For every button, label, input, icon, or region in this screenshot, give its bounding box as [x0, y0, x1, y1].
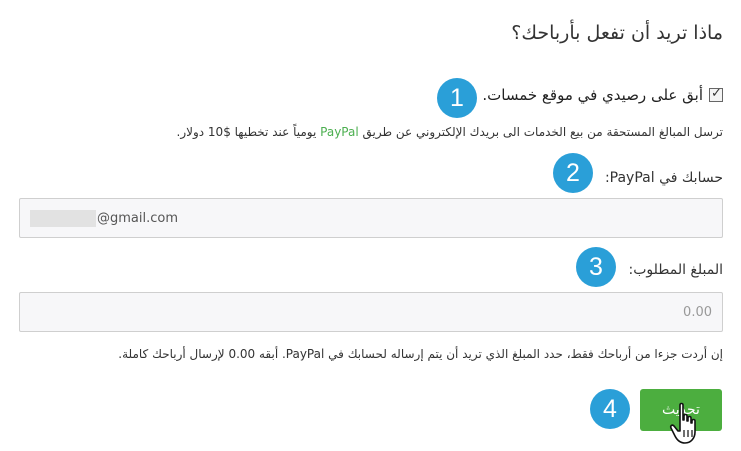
auto-transfer-help: ترسل المبالغ المستحقة من بيع الخدمات الى… [177, 125, 724, 139]
paypal-email-value: @gmail.com [97, 210, 179, 226]
amount-placeholder: 0.00 [683, 304, 712, 320]
redacted-email-prefix [30, 209, 96, 227]
hand-pointer-icon [669, 402, 696, 444]
annotation-badge-3: 3 [576, 247, 616, 287]
keep-balance-checkbox[interactable] [709, 86, 723, 102]
keep-balance-option[interactable]: أبق على رصيدي في موقع خمسات. [482, 86, 723, 104]
annotation-badge-4: 4 [590, 389, 630, 429]
annotation-badge-1: 1 [437, 78, 477, 118]
auto-transfer-help-after: يومياً عند تخطيها $10 دولار. [176, 125, 317, 139]
paypal-account-label: حسابك في PayPal: [604, 170, 723, 186]
auto-transfer-help-before: ترسل المبالغ المستحقة من بيع الخدمات الى… [362, 125, 723, 139]
keep-balance-label[interactable]: أبق على رصيدي في موقع خمسات. [482, 86, 703, 104]
amount-help: إن أردت جزءا من أرباحك فقط، حدد المبلغ ا… [118, 347, 723, 361]
annotation-badge-2: 2 [553, 153, 593, 193]
amount-label: المبلغ المطلوب: [628, 262, 723, 278]
paypal-email-field[interactable]: @gmail.com [19, 198, 723, 238]
page-title: ماذا تريد أن تفعل بأرباحك؟ [511, 22, 723, 44]
paypal-link[interactable]: PayPal [320, 125, 359, 139]
amount-field[interactable]: 0.00 [19, 292, 723, 332]
